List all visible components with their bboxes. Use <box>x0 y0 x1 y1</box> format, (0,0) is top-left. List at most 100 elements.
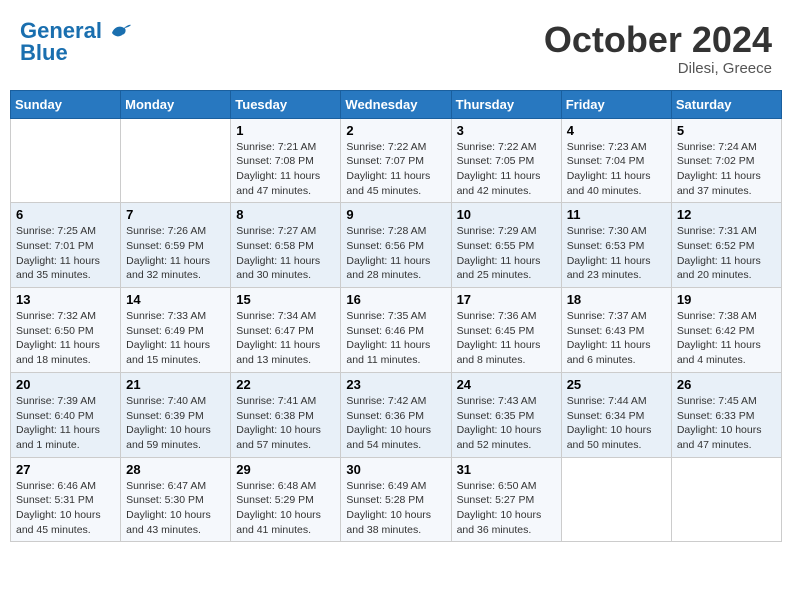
day-number: 22 <box>236 377 335 392</box>
calendar-cell: 4Sunrise: 7:23 AM Sunset: 7:04 PM Daylig… <box>561 118 671 203</box>
day-info: Sunrise: 7:28 AM Sunset: 6:56 PM Dayligh… <box>346 224 445 283</box>
day-header-wednesday: Wednesday <box>341 90 451 118</box>
calendar-cell: 28 Sunrise: 6:47 AM Sunset: 5:30 PM Dayli… <box>121 457 231 542</box>
calendar-cell <box>121 118 231 203</box>
day-info: Sunrise: 7:43 AM Sunset: 6:35 PM Dayligh… <box>457 394 556 453</box>
day-number: 7 <box>126 207 225 222</box>
day-number: 15 <box>236 292 335 307</box>
day-header-sunday: Sunday <box>11 90 121 118</box>
bird-icon <box>110 23 132 41</box>
day-info: Sunrise: 6:48 AM Sunset: 5:29 PM Dayligh… <box>236 479 335 538</box>
day-info: Sunrise: 7:33 AM Sunset: 6:49 PM Dayligh… <box>126 309 225 368</box>
day-info: Sunrise: 7:40 AM Sunset: 6:39 PM Dayligh… <box>126 394 225 453</box>
calendar-cell: 17 Sunrise: 7:36 AM Sunset: 6:45 PM Dayli… <box>451 288 561 373</box>
day-info: Sunrise: 7:31 AM Sunset: 6:52 PM Dayligh… <box>677 224 776 283</box>
calendar-header-row: SundayMondayTuesdayWednesdayThursdayFrid… <box>11 90 782 118</box>
calendar-cell: 6 Sunrise: 7:25 AM Sunset: 7:01 PM Daylig… <box>11 203 121 288</box>
day-number: 6 <box>16 207 115 222</box>
day-info: Sunrise: 7:37 AM Sunset: 6:43 PM Dayligh… <box>567 309 666 368</box>
calendar-cell: 20 Sunrise: 7:39 AM Sunset: 6:40 PM Dayli… <box>11 372 121 457</box>
day-info: Sunrise: 6:47 AM Sunset: 5:30 PM Dayligh… <box>126 479 225 538</box>
calendar-cell: 21 Sunrise: 7:40 AM Sunset: 6:39 PM Dayli… <box>121 372 231 457</box>
location-subtitle: Dilesi, Greece <box>544 60 772 77</box>
calendar-cell: 26 Sunrise: 7:45 AM Sunset: 6:33 PM Dayli… <box>671 372 781 457</box>
calendar-cell: 22Sunrise: 7:41 AM Sunset: 6:38 PM Dayli… <box>231 372 341 457</box>
day-number: 18 <box>567 292 666 307</box>
calendar-cell: 1 Sunrise: 7:21 AM Sunset: 7:08 PM Daylig… <box>231 118 341 203</box>
day-number: 20 <box>16 377 115 392</box>
header: General Blue October 2024 Dilesi, Greece <box>10 10 782 82</box>
day-info: Sunrise: 7:22 AM Sunset: 7:07 PM Dayligh… <box>346 140 445 199</box>
day-number: 26 <box>677 377 776 392</box>
day-number: 28 <box>126 462 225 477</box>
day-number: 16 <box>346 292 445 307</box>
calendar-cell: 3 Sunrise: 7:22 AM Sunset: 7:05 PM Daylig… <box>451 118 561 203</box>
calendar-cell: 30 Sunrise: 6:49 AM Sunset: 5:28 PM Dayli… <box>341 457 451 542</box>
day-number: 24 <box>457 377 556 392</box>
day-number: 1 <box>236 123 335 138</box>
day-header-tuesday: Tuesday <box>231 90 341 118</box>
day-info: Sunrise: 7:22 AM Sunset: 7:05 PM Dayligh… <box>457 140 556 199</box>
calendar-cell <box>671 457 781 542</box>
day-number: 27 <box>16 462 115 477</box>
calendar-cell: 7Sunrise: 7:26 AM Sunset: 6:59 PM Daylig… <box>121 203 231 288</box>
day-number: 11 <box>567 207 666 222</box>
day-number: 3 <box>457 123 556 138</box>
day-info: Sunrise: 7:27 AM Sunset: 6:58 PM Dayligh… <box>236 224 335 283</box>
calendar-cell: 27Sunrise: 6:46 AM Sunset: 5:31 PM Dayli… <box>11 457 121 542</box>
day-number: 13 <box>16 292 115 307</box>
day-number: 19 <box>677 292 776 307</box>
day-number: 17 <box>457 292 556 307</box>
calendar-week-row: 6 Sunrise: 7:25 AM Sunset: 7:01 PM Daylig… <box>11 203 782 288</box>
calendar-cell: 18 Sunrise: 7:37 AM Sunset: 6:43 PM Dayli… <box>561 288 671 373</box>
day-number: 12 <box>677 207 776 222</box>
day-number: 9 <box>346 207 445 222</box>
calendar-cell: 9 Sunrise: 7:28 AM Sunset: 6:56 PM Daylig… <box>341 203 451 288</box>
month-title: October 2024 <box>544 20 772 60</box>
day-info: Sunrise: 7:34 AM Sunset: 6:47 PM Dayligh… <box>236 309 335 368</box>
day-info: Sunrise: 7:30 AM Sunset: 6:53 PM Dayligh… <box>567 224 666 283</box>
title-area: October 2024 Dilesi, Greece <box>544 20 772 77</box>
logo: General Blue <box>20 20 132 64</box>
calendar-cell: 13 Sunrise: 7:32 AM Sunset: 6:50 PM Dayli… <box>11 288 121 373</box>
calendar-cell: 23 Sunrise: 7:42 AM Sunset: 6:36 PM Dayli… <box>341 372 451 457</box>
calendar-cell: 2Sunrise: 7:22 AM Sunset: 7:07 PM Daylig… <box>341 118 451 203</box>
calendar-cell: 24 Sunrise: 7:43 AM Sunset: 6:35 PM Dayli… <box>451 372 561 457</box>
calendar-cell <box>11 118 121 203</box>
day-number: 29 <box>236 462 335 477</box>
day-number: 14 <box>126 292 225 307</box>
day-number: 25 <box>567 377 666 392</box>
day-info: Sunrise: 7:39 AM Sunset: 6:40 PM Dayligh… <box>16 394 115 453</box>
calendar-cell: 19 Sunrise: 7:38 AM Sunset: 6:42 PM Dayli… <box>671 288 781 373</box>
day-info: Sunrise: 7:44 AM Sunset: 6:34 PM Dayligh… <box>567 394 666 453</box>
day-number: 23 <box>346 377 445 392</box>
day-info: Sunrise: 6:49 AM Sunset: 5:28 PM Dayligh… <box>346 479 445 538</box>
day-number: 21 <box>126 377 225 392</box>
day-info: Sunrise: 7:36 AM Sunset: 6:45 PM Dayligh… <box>457 309 556 368</box>
day-number: 31 <box>457 462 556 477</box>
day-number: 8 <box>236 207 335 222</box>
calendar-cell: 12 Sunrise: 7:31 AM Sunset: 6:52 PM Dayli… <box>671 203 781 288</box>
day-header-monday: Monday <box>121 90 231 118</box>
calendar-cell: 8 Sunrise: 7:27 AM Sunset: 6:58 PM Daylig… <box>231 203 341 288</box>
calendar-cell: 11 Sunrise: 7:30 AM Sunset: 6:53 PM Dayli… <box>561 203 671 288</box>
calendar-cell: 29 Sunrise: 6:48 AM Sunset: 5:29 PM Dayli… <box>231 457 341 542</box>
day-header-friday: Friday <box>561 90 671 118</box>
day-info: Sunrise: 7:21 AM Sunset: 7:08 PM Dayligh… <box>236 140 335 199</box>
calendar-cell: 25 Sunrise: 7:44 AM Sunset: 6:34 PM Dayli… <box>561 372 671 457</box>
day-number: 30 <box>346 462 445 477</box>
day-info: Sunrise: 7:35 AM Sunset: 6:46 PM Dayligh… <box>346 309 445 368</box>
day-info: Sunrise: 7:42 AM Sunset: 6:36 PM Dayligh… <box>346 394 445 453</box>
calendar-week-row: 1 Sunrise: 7:21 AM Sunset: 7:08 PM Daylig… <box>11 118 782 203</box>
day-info: Sunrise: 7:32 AM Sunset: 6:50 PM Dayligh… <box>16 309 115 368</box>
day-header-thursday: Thursday <box>451 90 561 118</box>
calendar-week-row: 13 Sunrise: 7:32 AM Sunset: 6:50 PM Dayli… <box>11 288 782 373</box>
calendar-week-row: 20 Sunrise: 7:39 AM Sunset: 6:40 PM Dayli… <box>11 372 782 457</box>
day-info: Sunrise: 7:23 AM Sunset: 7:04 PM Dayligh… <box>567 140 666 199</box>
day-info: Sunrise: 7:29 AM Sunset: 6:55 PM Dayligh… <box>457 224 556 283</box>
day-info: Sunrise: 7:45 AM Sunset: 6:33 PM Dayligh… <box>677 394 776 453</box>
day-info: Sunrise: 7:38 AM Sunset: 6:42 PM Dayligh… <box>677 309 776 368</box>
day-info: Sunrise: 6:50 AM Sunset: 5:27 PM Dayligh… <box>457 479 556 538</box>
day-info: Sunrise: 7:25 AM Sunset: 7:01 PM Dayligh… <box>16 224 115 283</box>
day-number: 10 <box>457 207 556 222</box>
